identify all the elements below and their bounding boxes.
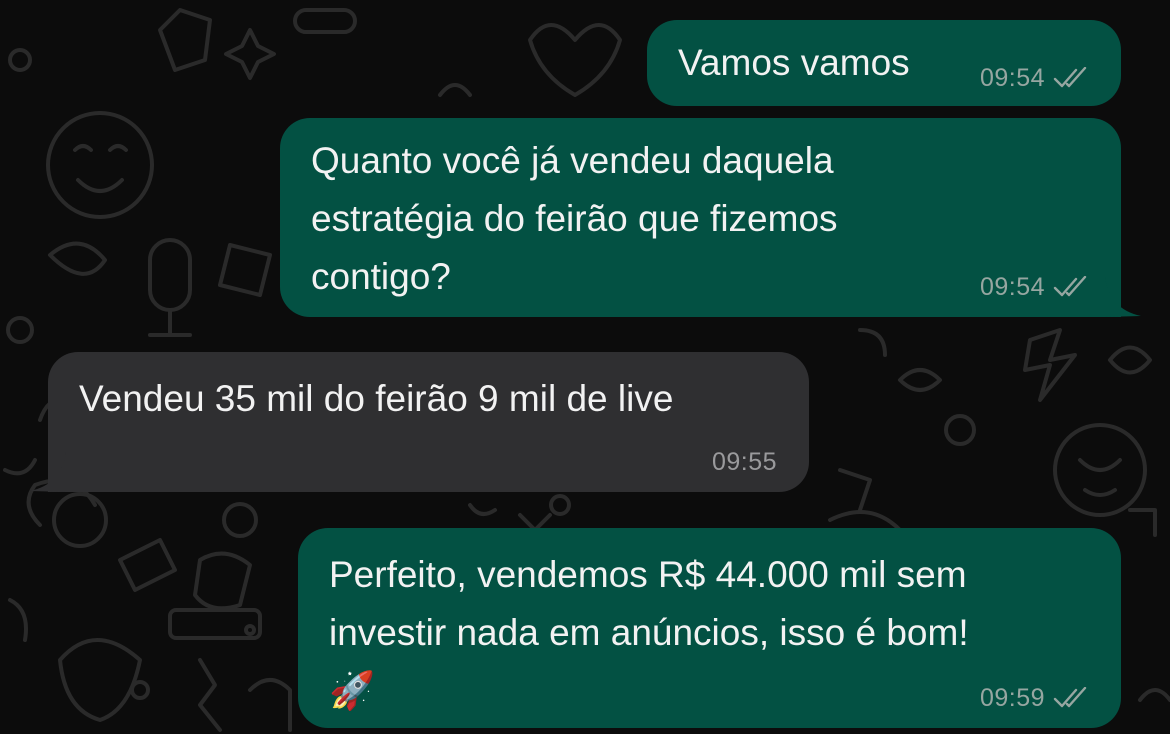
message-bubble-outgoing[interactable]: Vamos vamos 09:54 [647,20,1121,106]
chat-conversation[interactable]: Vamos vamos 09:54 Quanto você já vendeu … [0,0,1170,734]
message-meta: 09:59 [980,683,1089,713]
message-time: 09:54 [979,273,1045,301]
message-meta: 09:54 [980,272,1089,302]
read-double-check-icon [1053,276,1087,297]
message-text: Vamos vamos [678,42,910,83]
read-double-check-icon [1053,687,1087,708]
message-text: Perfeito, vendemos R$ 44.000 mil sem inv… [329,554,969,711]
message-time: 09:54 [979,64,1045,92]
read-double-check-icon [1053,67,1087,88]
message-bubble-outgoing[interactable]: Perfeito, vendemos R$ 44.000 mil sem inv… [298,528,1121,728]
message-bubble-incoming[interactable]: Vendeu 35 mil do feirão 9 mil de live 09… [48,352,809,492]
message-time: 09:59 [979,684,1045,712]
message-text: Vendeu 35 mil do feirão 9 mil de live [79,378,674,419]
message-meta: 09:54 [980,63,1089,93]
bubble-tail [1105,277,1141,317]
message-bubble-outgoing[interactable]: Quanto você já vendeu daquela estratégia… [280,118,1121,317]
message-meta: 09:55 [712,447,777,477]
message-time: 09:55 [711,448,777,476]
message-text: Quanto você já vendeu daquela estratégia… [311,140,838,297]
bubble-tail [30,452,66,492]
